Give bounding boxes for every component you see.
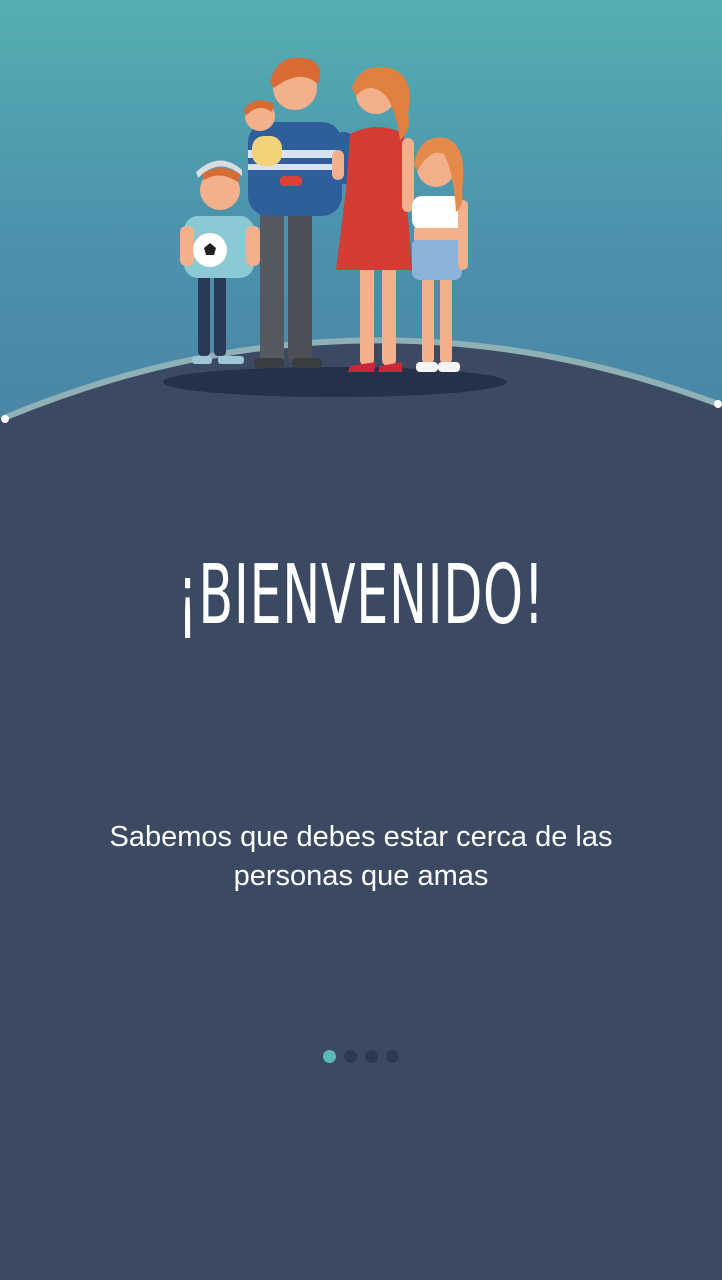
welcome-subtitle: Sabemos que debes estar cerca de las per… (109, 821, 613, 892)
dad-figure (244, 57, 352, 368)
girl-figure (412, 137, 468, 372)
onboarding-screen: ¡BIENVENIDO! Sabemos que debes estar cer… (0, 0, 722, 1280)
page-dot-1[interactable] (323, 1050, 336, 1063)
welcome-title: ¡BIENVENIDO! (177, 548, 545, 643)
family-illustration (163, 57, 507, 397)
page-dot-4[interactable] (386, 1050, 399, 1063)
mom-figure (332, 66, 414, 372)
page-indicator (0, 1050, 722, 1063)
page-dot-2[interactable] (344, 1050, 357, 1063)
page-dot-3[interactable] (365, 1050, 378, 1063)
